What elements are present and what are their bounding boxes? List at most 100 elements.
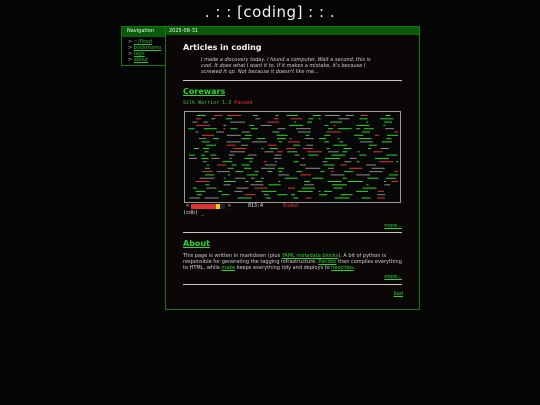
- core-cell-run: [212, 138, 219, 140]
- core-cell-run: [339, 141, 344, 143]
- about-heading[interactable]: About: [183, 239, 210, 248]
- core-cell-run: [384, 184, 391, 186]
- core-cell-run: [241, 131, 250, 133]
- core-cell-run: [287, 187, 295, 189]
- core-cell-run: [325, 115, 340, 116]
- core-cell-run: [203, 128, 217, 130]
- core-cell-run: [342, 177, 347, 179]
- core-cell-run: [293, 144, 301, 146]
- core-cell-run: [211, 157, 220, 159]
- core-cell-run: [277, 128, 286, 130]
- core-cell-run: [247, 154, 257, 156]
- core-cell-run: [362, 187, 377, 189]
- core-cell-run: [195, 118, 201, 120]
- core-cell-run: [385, 177, 396, 179]
- core-cell-run: [318, 118, 321, 120]
- core-cell-run: [366, 121, 369, 123]
- core-cell-run: [278, 174, 290, 176]
- core-cell-run: [355, 190, 368, 192]
- core-cell-run: [378, 161, 393, 163]
- core-cell-run: [277, 138, 286, 140]
- core-cell-run: [368, 148, 372, 149]
- core-cell-run: [287, 151, 298, 153]
- core-cell-run: [195, 190, 206, 192]
- core-cell-run: [349, 167, 363, 169]
- core-cell-run: [192, 121, 198, 123]
- core-cell-run: [307, 121, 313, 123]
- more-link-about[interactable]: more...: [384, 274, 402, 280]
- core-cell-run: [363, 128, 374, 130]
- core-cell-run: [244, 194, 256, 196]
- core-cell-run: [225, 118, 232, 120]
- core-cell-run: [320, 171, 325, 173]
- battle-status: Ended: [283, 203, 299, 209]
- core-cell-run: [324, 124, 329, 126]
- corewars-heading[interactable]: Corewars: [183, 87, 225, 96]
- core-cell-run: [188, 154, 195, 156]
- core-cell-run: [367, 177, 379, 179]
- core-cell-run: [325, 157, 340, 159]
- core-cell-run: [278, 167, 285, 169]
- core-cell-run: [230, 151, 245, 153]
- core-cell-run: [261, 148, 264, 149]
- core-cell-run: [250, 177, 255, 179]
- neocities-link[interactable]: neocities: [331, 265, 353, 271]
- core-cell-run: [381, 141, 392, 143]
- sidebar-item-about: > about: [128, 57, 149, 63]
- core-cell-run: [206, 144, 217, 146]
- core-cell-run: [322, 161, 328, 163]
- core-cell-run: [304, 181, 311, 182]
- core-cell-run: [196, 124, 211, 126]
- core-cell-run: [196, 194, 202, 196]
- core-cell-run: [223, 124, 227, 126]
- core-cell-run: [391, 181, 398, 182]
- core-cell-run: [380, 148, 389, 149]
- core-cell-run: [241, 164, 250, 166]
- core-cell-run: [333, 187, 343, 189]
- sidebar: Navigation > ~/flood > bookmarks > tags …: [121, 26, 166, 66]
- core-cell-run: [297, 190, 313, 192]
- core-cell-run: [249, 124, 255, 126]
- core-cell-run: [312, 115, 321, 116]
- core-cell-run: [318, 190, 321, 192]
- debugger-prompt[interactable]: (cdb) _: [183, 210, 204, 216]
- divider: [183, 80, 402, 81]
- core-cell-run: [293, 161, 299, 163]
- core-cell-run: [369, 171, 383, 173]
- core-cell-run: [385, 128, 395, 130]
- core-cell-run: [305, 134, 310, 136]
- core-cell-run: [306, 151, 322, 153]
- sidebar-link-about[interactable]: about: [134, 57, 148, 63]
- divider: [183, 284, 402, 285]
- core-cell-run: [304, 184, 314, 186]
- core-cell-run: [326, 148, 330, 149]
- core-cell-run: [396, 161, 398, 163]
- core-cell-run: [234, 190, 243, 192]
- core-cell-run: [263, 194, 269, 196]
- core-cell-run: [226, 134, 241, 136]
- core-cell-run: [328, 151, 340, 153]
- core-cell-run: [289, 138, 292, 140]
- core-cell-run: [201, 154, 205, 156]
- core-cell-run: [223, 181, 236, 182]
- paused-label: Paused: [234, 100, 253, 106]
- core-cell-run: [359, 118, 368, 120]
- core-cell-run: [278, 181, 281, 182]
- core-cell-run: [293, 197, 299, 199]
- core-cell-run: [343, 148, 352, 149]
- core-cell-run: [241, 138, 251, 140]
- core-cell-run: [189, 157, 198, 159]
- core-cell-run: [255, 181, 263, 182]
- core-cell-run: [331, 184, 347, 186]
- core-cell-run: [301, 187, 315, 189]
- core-cell-run: [384, 181, 386, 182]
- core-cell-run: [328, 128, 333, 130]
- make-link[interactable]: make: [221, 265, 235, 271]
- core-cell-run: [362, 131, 371, 133]
- core-cell-run: [386, 138, 392, 140]
- core-cell-run: [254, 171, 259, 173]
- bad-link[interactable]: bad: [394, 291, 403, 297]
- core-cell-run: [342, 151, 348, 153]
- core-cell-run: [304, 138, 314, 140]
- more-link-corewars[interactable]: more...: [384, 223, 402, 229]
